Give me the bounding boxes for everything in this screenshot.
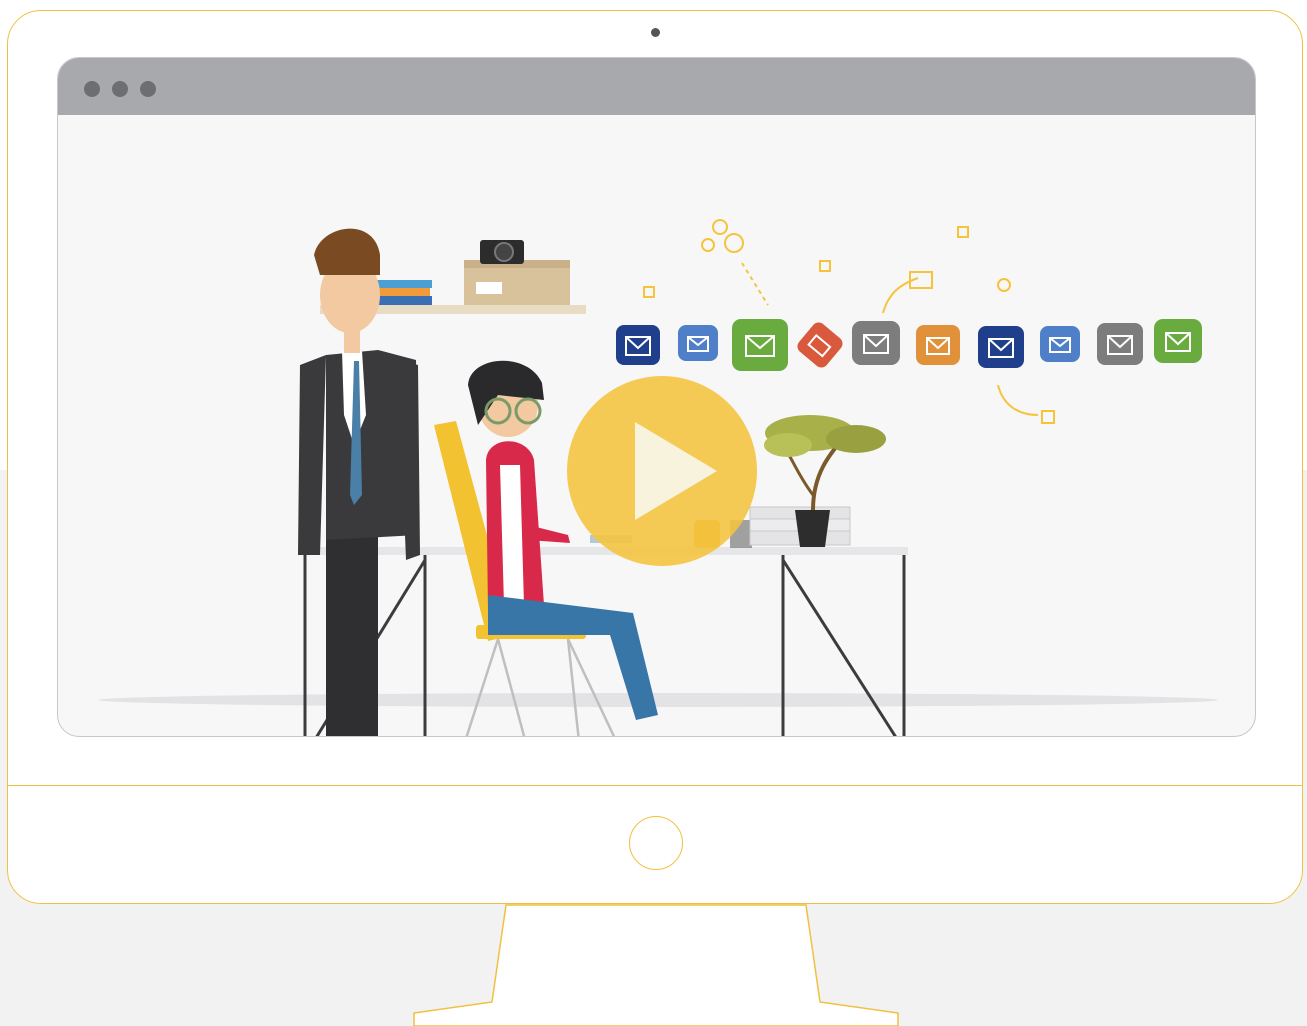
video-player[interactable]	[58, 115, 1255, 736]
browser-window	[57, 57, 1256, 737]
camera-dot	[651, 28, 660, 37]
desk	[303, 547, 908, 736]
monitor-home-button	[629, 816, 683, 870]
play-icon	[635, 422, 717, 520]
window-dot-3[interactable]	[140, 81, 156, 97]
monitor-chin-divider	[7, 785, 1303, 786]
window-dot-1[interactable]	[84, 81, 100, 97]
window-dot-2[interactable]	[112, 81, 128, 97]
browser-title-bar	[58, 58, 1255, 115]
mail-bubbles	[616, 319, 1202, 371]
play-button[interactable]	[567, 376, 757, 566]
